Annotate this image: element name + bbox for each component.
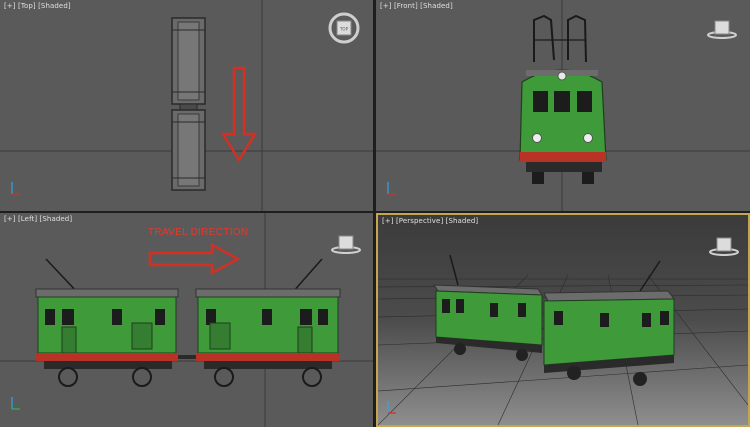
viewport-front[interactable]: [+] [Front] [Shaded] <box>376 0 750 211</box>
viewport-view-menu[interactable]: [Left] <box>18 215 37 223</box>
front-view-scene <box>376 0 750 211</box>
viewport-menu-plus[interactable]: [+] <box>4 2 16 10</box>
top-view-scene <box>0 0 373 211</box>
perspective-view-scene <box>378 254 748 425</box>
locomotive-car-1 <box>35 258 179 387</box>
viewport-view-menu[interactable]: [Top] <box>18 2 36 10</box>
axis-tripod <box>11 182 20 195</box>
axis-tripod <box>11 397 20 410</box>
viewport-shading-menu[interactable]: [Shaded] <box>420 2 453 10</box>
viewport-top[interactable]: [+] [Top] [Shaded] TOP <box>0 0 373 211</box>
coupler <box>178 355 196 359</box>
viewcube-label: TOP <box>339 27 349 32</box>
locomotive-front <box>519 69 607 184</box>
locomotive-car-2 <box>195 258 341 387</box>
viewport-left[interactable]: [+] [Left] [Shaded] TRAVEL DIRECTION <box>0 213 373 427</box>
viewport-shading-menu[interactable]: [Shaded] <box>446 217 479 225</box>
direction-arrow-down <box>220 66 258 163</box>
viewport-menu-plus[interactable]: [+] <box>380 2 392 10</box>
viewport-perspective[interactable]: [+] [Perspective] [Shaded] <box>376 213 750 427</box>
locomotive-car-rear <box>433 254 543 361</box>
viewport-label-left: [+] [Left] [Shaded] <box>4 215 72 223</box>
viewport-menu-plus[interactable]: [+] <box>382 217 394 225</box>
viewport-menu-plus[interactable]: [+] <box>4 215 16 223</box>
viewport-view-menu[interactable]: [Front] <box>394 2 418 10</box>
viewport-shading-menu[interactable]: [Shaded] <box>38 2 71 10</box>
train-top-outline <box>171 17 206 191</box>
left-view-scene <box>0 213 373 427</box>
viewport-view-menu[interactable]: [Perspective] <box>396 217 443 225</box>
pantograph-front <box>533 14 587 63</box>
viewport-label-perspective: [+] [Perspective] [Shaded] <box>382 217 478 225</box>
viewport-shading-menu[interactable]: [Shaded] <box>40 215 73 223</box>
axis-tripod <box>387 182 396 195</box>
viewport-label-front: [+] [Front] [Shaded] <box>380 2 453 10</box>
viewport-label-top: [+] [Top] [Shaded] <box>4 2 71 10</box>
direction-arrow-right <box>148 242 241 276</box>
